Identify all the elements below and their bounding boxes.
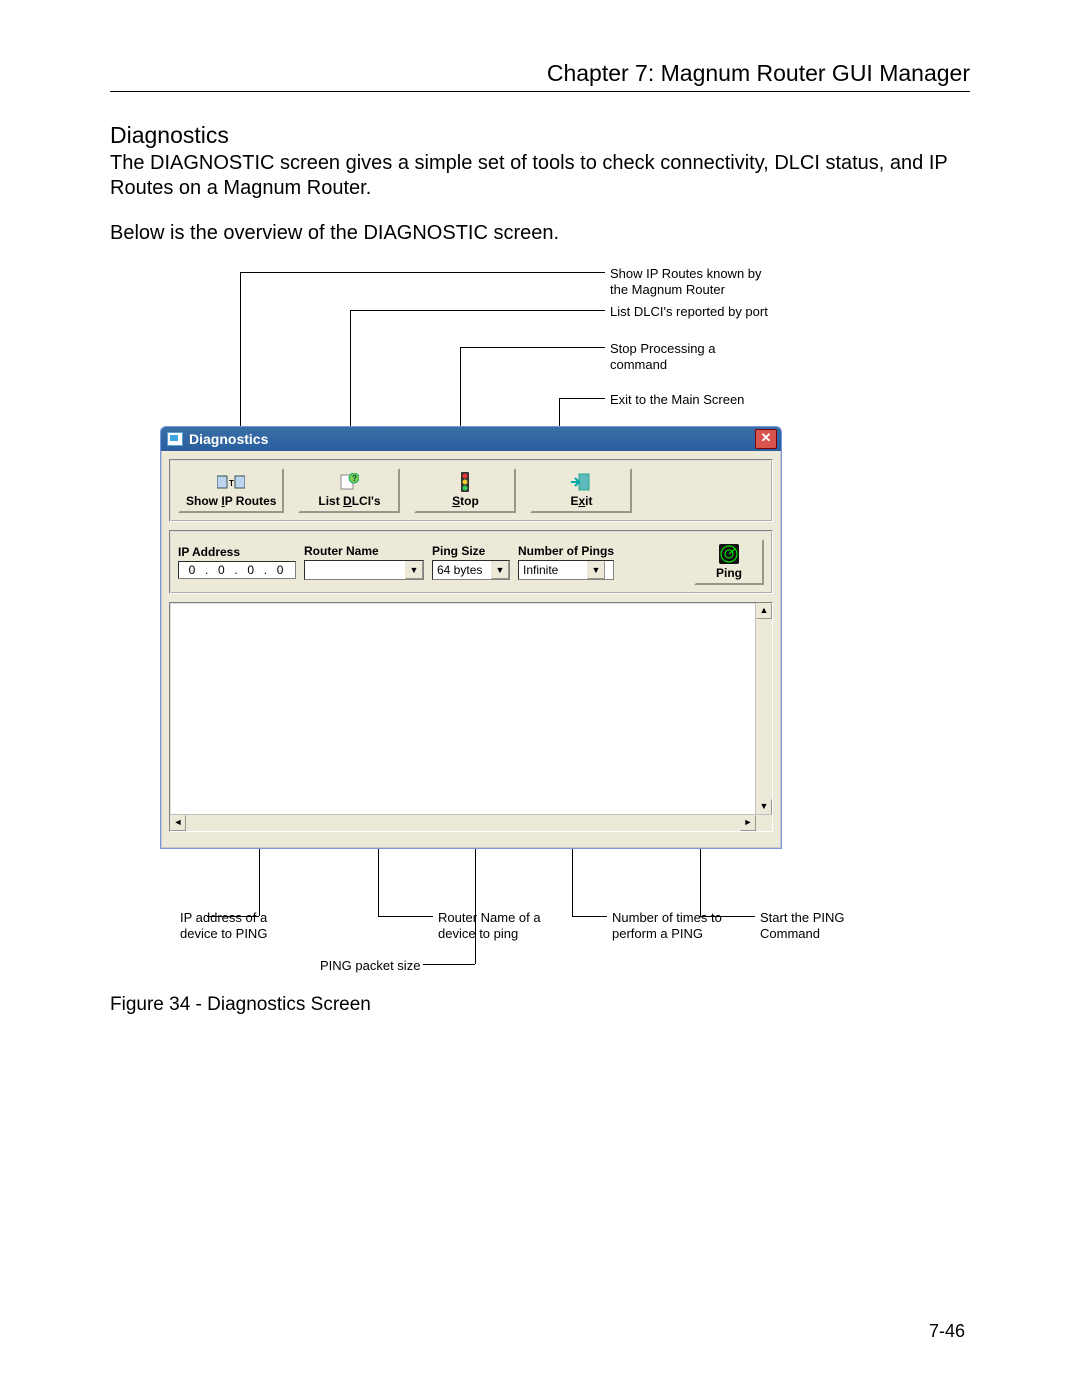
ping-button[interactable]: Ping bbox=[694, 539, 764, 585]
scroll-down-icon[interactable]: ▼ bbox=[756, 799, 772, 815]
annot-num-pings: Number of times to perform a PING bbox=[612, 910, 732, 941]
page-number: 7-46 bbox=[929, 1321, 965, 1342]
close-icon: ✕ bbox=[761, 430, 772, 445]
ping-size-combo[interactable]: 64 bytes ▼ bbox=[432, 560, 510, 580]
chevron-down-icon: ▼ bbox=[587, 561, 605, 579]
btn-label: Exit bbox=[570, 494, 592, 508]
chevron-down-icon: ▼ bbox=[405, 561, 423, 579]
window-title: Diagnostics bbox=[189, 431, 268, 447]
ip-address-input[interactable]: 0. 0. 0. 0 bbox=[178, 561, 296, 579]
titlebar[interactable]: Diagnostics ✕ bbox=[161, 427, 781, 451]
number-of-pings-label: Number of Pings bbox=[518, 544, 614, 558]
btn-label: Stop bbox=[452, 494, 479, 508]
section-title: Diagnostics bbox=[110, 122, 970, 149]
exit-door-icon bbox=[538, 472, 624, 492]
annot-stop: Stop Processing a command bbox=[610, 341, 770, 372]
intro-paragraph: The DIAGNOSTIC screen gives a simple set… bbox=[110, 151, 970, 201]
annot-ip-address: IP address of a device to PING bbox=[180, 910, 300, 941]
ip-address-label: IP Address bbox=[178, 545, 296, 559]
chevron-down-icon: ▼ bbox=[491, 561, 509, 579]
annot-list-dlcis: List DLCI's reported by port bbox=[610, 304, 770, 320]
show-ip-routes-button[interactable]: T Show IP Routes bbox=[178, 468, 284, 513]
scroll-up-icon[interactable]: ▲ bbox=[756, 603, 772, 619]
router-name-combo[interactable]: ▼ bbox=[304, 560, 424, 580]
toolbar-panel: T Show IP Routes ? List DLCI's bbox=[169, 459, 773, 522]
btn-label: Show IP Routes bbox=[186, 494, 276, 508]
stop-button[interactable]: Stop bbox=[414, 468, 516, 513]
traffic-light-icon bbox=[422, 472, 508, 492]
chapter-title: Chapter 7: Magnum Router GUI Manager bbox=[110, 60, 970, 87]
annot-ping-size: PING packet size bbox=[320, 958, 430, 974]
btn-label: Ping bbox=[716, 566, 742, 580]
annot-show-ip-routes: Show IP Routes known by the Magnum Route… bbox=[610, 266, 770, 297]
exit-button[interactable]: Exit bbox=[530, 468, 632, 513]
router-name-label: Router Name bbox=[304, 544, 424, 558]
btn-label: List DLCI's bbox=[318, 494, 380, 508]
scroll-right-icon[interactable]: ► bbox=[740, 815, 756, 831]
svg-text:?: ? bbox=[352, 474, 357, 483]
svg-text:T: T bbox=[229, 479, 234, 488]
fields-panel: IP Address 0. 0. 0. 0 Router Name ▼ bbox=[169, 530, 773, 594]
overview-line: Below is the overview of the DIAGNOSTIC … bbox=[110, 221, 970, 246]
number-of-pings-combo[interactable]: Infinite ▼ bbox=[518, 560, 614, 580]
radar-icon bbox=[704, 543, 754, 565]
list-dlcis-button[interactable]: ? List DLCI's bbox=[298, 468, 400, 513]
list-dlcis-icon: ? bbox=[306, 472, 392, 492]
annot-ping-start: Start the PING Command bbox=[760, 910, 880, 941]
close-button[interactable]: ✕ bbox=[755, 429, 777, 449]
annot-router-name: Router Name of a device to ping bbox=[438, 910, 558, 941]
figure-diagnostics: Show IP Routes known by the Magnum Route… bbox=[160, 266, 920, 986]
output-textarea[interactable]: ▲ ▼ ◄ ► bbox=[169, 602, 773, 832]
ping-size-label: Ping Size bbox=[432, 544, 510, 558]
divider bbox=[110, 91, 970, 92]
scroll-left-icon[interactable]: ◄ bbox=[170, 815, 186, 831]
diagnostics-window: Diagnostics ✕ T Show IP Routes bbox=[160, 426, 782, 849]
vertical-scrollbar[interactable]: ▲ ▼ bbox=[755, 603, 772, 815]
figure-caption: Figure 34 - Diagnostics Screen bbox=[110, 994, 970, 1016]
app-icon bbox=[167, 432, 183, 446]
show-ip-routes-icon: T bbox=[186, 472, 276, 492]
annot-exit: Exit to the Main Screen bbox=[610, 392, 770, 408]
horizontal-scrollbar[interactable]: ◄ ► bbox=[170, 814, 772, 831]
